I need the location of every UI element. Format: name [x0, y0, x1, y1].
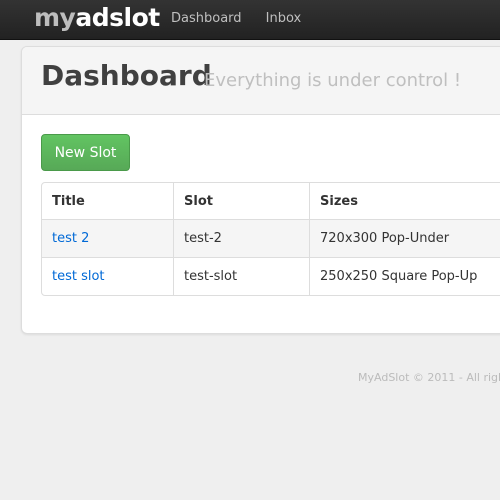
new-slot-button[interactable]: New Slot [41, 134, 130, 171]
slots-table: Title Slot Sizes test 2 test-2 720x300 P… [41, 182, 500, 296]
slot-title-link[interactable]: test slot [52, 269, 105, 284]
main-nav: Dashboard Inbox [171, 11, 321, 26]
brand-logo-prefix: my [34, 3, 76, 32]
column-header-sizes[interactable]: Sizes [310, 183, 500, 220]
page-title: Dashboard [41, 59, 212, 92]
brand-logo-suffix: adslot [75, 3, 160, 32]
table-header-row: Title Slot Sizes [42, 183, 500, 220]
table-cell-slot: test-slot [174, 258, 310, 295]
table-cell-slot: test-2 [174, 220, 310, 258]
table-cell-title: test 2 [42, 220, 174, 258]
column-header-title[interactable]: Title [42, 183, 174, 220]
table-cell-sizes: 250x250 Square Pop-Up [310, 258, 500, 295]
table-cell-title: test slot [42, 258, 174, 295]
column-header-slot[interactable]: Slot [174, 183, 310, 220]
brand-logo[interactable]: myadslot [34, 3, 160, 32]
page-subtitle: Everything is under control ! [204, 70, 462, 91]
nav-link-dashboard[interactable]: Dashboard [171, 11, 242, 26]
page-header: Dashboard Everything is under control ! [22, 47, 500, 115]
table-row: test 2 test-2 720x300 Pop-Under [42, 220, 500, 258]
table-cell-sizes: 720x300 Pop-Under [310, 220, 500, 258]
table-row: test slot test-slot 250x250 Square Pop-U… [42, 258, 500, 295]
nav-link-inbox[interactable]: Inbox [266, 11, 302, 26]
content-panel: Dashboard Everything is under control ! … [21, 46, 500, 334]
slot-title-link[interactable]: test 2 [52, 231, 89, 246]
top-navbar: myadslot Dashboard Inbox [0, 0, 500, 40]
footer-copyright: MyAdSlot © 2011 - All rights r [358, 371, 500, 384]
